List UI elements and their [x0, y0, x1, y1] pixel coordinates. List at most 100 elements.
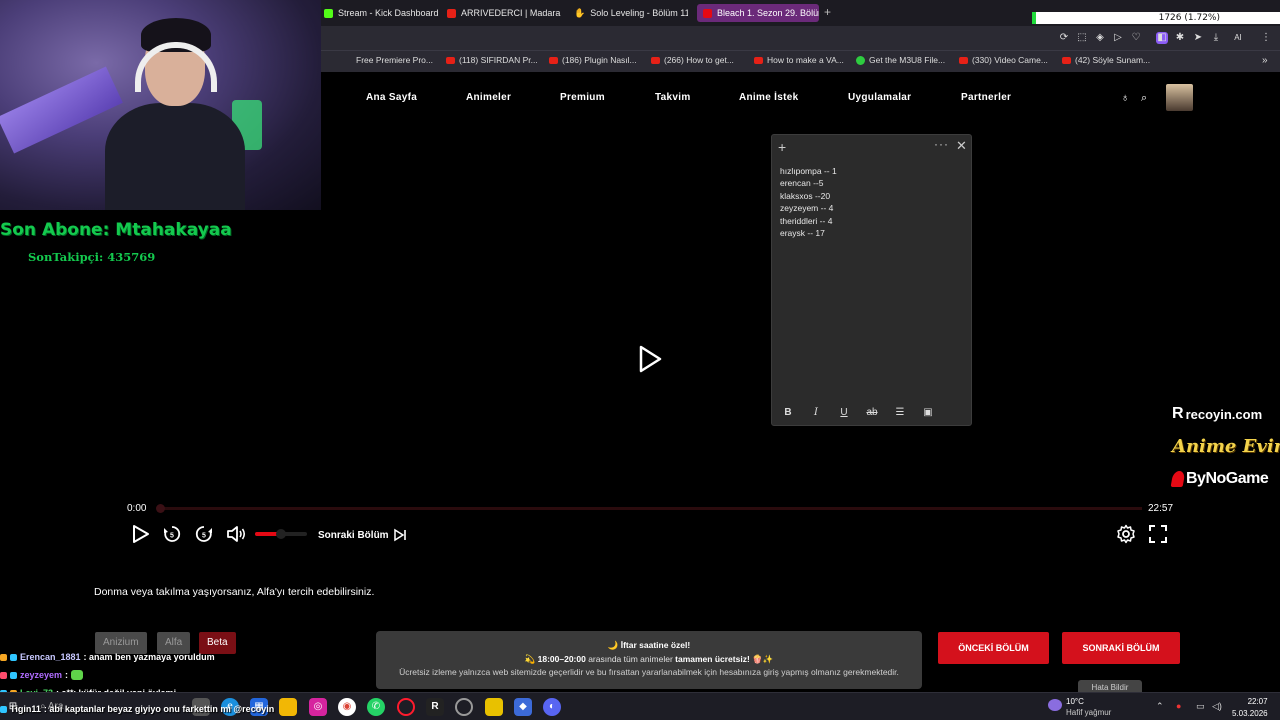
bookmark-item[interactable]: (186) Plugin Nasıl... [549, 55, 637, 65]
close-icon[interactable]: ✕ [956, 138, 967, 154]
tab-youtube-arrivederci[interactable]: ARRIVEDERCI | Madara O [441, 4, 561, 22]
streamer-body [105, 103, 245, 210]
iftar-promo-banner: 🌙 İftar saatine özel! 💫 18:00–20:00 aras… [376, 631, 922, 689]
add-note-icon[interactable]: + [778, 139, 786, 155]
promo-time-line: 💫 18:00–20:00 arasında tüm animeler tama… [376, 654, 922, 665]
tab-bleach-active[interactable]: Bleach 1. Sezon 29. Bölüm [697, 4, 819, 22]
badge-icon [10, 671, 17, 679]
bookmark-item[interactable]: Get the M3U8 File... [856, 55, 945, 65]
nav-apps[interactable]: Uygulamalar [848, 92, 911, 103]
nav-home[interactable]: Ana Sayfa [366, 92, 417, 103]
server-anizium-button[interactable]: Anizium [95, 632, 147, 654]
underline-icon[interactable]: U [836, 407, 852, 418]
lightbulb-icon[interactable]: ♁ [1121, 92, 1129, 104]
monitor-icon[interactable]: ▭ [1196, 701, 1205, 712]
user-avatar[interactable] [1166, 84, 1193, 111]
last-subscriber: Son Abone: Mtahakayaa [0, 220, 232, 240]
chat-text: : [65, 670, 69, 680]
fullscreen-icon[interactable] [1148, 524, 1168, 544]
clock-time: 22:07 [1247, 697, 1268, 706]
list-icon[interactable]: ☰ [892, 407, 908, 418]
play-extension-icon[interactable]: ▷ [1112, 32, 1124, 44]
puzzle-icon[interactable]: ✱ [1174, 32, 1186, 44]
play-overlay-icon[interactable] [638, 345, 662, 373]
discord-icon[interactable]: ◐ [543, 698, 561, 716]
next-episode-bottom-button[interactable]: SONRAKİ BÖLÜM [1062, 632, 1180, 664]
game-launcher-icon[interactable]: ◆ [514, 698, 532, 716]
weather-widget[interactable]: 10°C Hafif yağmur [1048, 697, 1138, 719]
image-icon[interactable]: ▣ [920, 407, 936, 418]
opera-icon[interactable] [397, 698, 415, 716]
volume-slider[interactable] [255, 529, 307, 539]
nav-partners[interactable]: Partnerler [961, 92, 1011, 103]
menu-icon[interactable]: ⋮ [1260, 32, 1272, 44]
strikethrough-icon[interactable]: ab [864, 407, 880, 418]
chevron-up-icon[interactable]: ⌃ [1156, 701, 1164, 712]
play-icon[interactable] [132, 524, 150, 544]
volume-icon[interactable] [226, 524, 248, 544]
viewer-goal-text: 1726 (1.72%) [1158, 13, 1220, 23]
microphone-icon[interactable]: ● [1176, 701, 1181, 711]
nav-premium[interactable]: Premium [560, 92, 605, 103]
bookmark-label: (118) SIFIRDAN Pr... [459, 55, 538, 65]
note-content[interactable]: hızlıpompa -- 1 erencan --5 klaksxos --2… [780, 165, 837, 239]
weather-temperature: 10°C [1066, 697, 1084, 706]
next-episode-button[interactable]: Sonraki Bölüm [318, 528, 407, 542]
nav-calendar[interactable]: Takvim [655, 92, 691, 103]
svg-text:5: 5 [170, 533, 174, 540]
sidebar-toggle-icon[interactable]: ◧ [1156, 32, 1168, 44]
sticky-notes-icon[interactable] [485, 698, 503, 716]
previous-episode-button[interactable]: ÖNCEKİ BÖLÜM [938, 632, 1049, 664]
download-icon[interactable]: ⤓ [1210, 32, 1222, 44]
progress-bar[interactable] [156, 504, 1142, 513]
recoyin-app-icon[interactable]: R [426, 698, 444, 716]
new-tab-button[interactable]: + [824, 5, 831, 19]
note-line: klaksxos --20 [780, 190, 831, 201]
system-clock[interactable]: 22:07 5.03.2026 [1232, 696, 1268, 720]
rewind-icon[interactable]: 5 [162, 524, 182, 544]
shield-icon[interactable]: ◈ [1094, 32, 1106, 44]
tab-solo-leveling[interactable]: ✋ Solo Leveling - Bölüm 11 [568, 4, 688, 22]
screenshot-icon[interactable]: ⬚ [1076, 32, 1088, 44]
nav-animes[interactable]: Animeler [466, 92, 511, 103]
instagram-icon[interactable]: ◎ [309, 698, 327, 716]
bookmark-label: (330) Video Came... [972, 55, 1048, 65]
bookmark-item[interactable]: (266) How to get... [651, 55, 734, 65]
send-icon[interactable]: ➤ [1192, 32, 1204, 44]
bookmark-item[interactable]: (42) Söyle Sunam... [1062, 55, 1150, 65]
speaker-icon[interactable]: ◁) [1212, 701, 1222, 712]
more-options-icon[interactable]: ··· [934, 137, 949, 151]
bookmark-item[interactable]: (330) Video Came... [959, 55, 1048, 65]
bold-icon[interactable]: B [780, 407, 796, 418]
bookmark-item[interactable]: Free Premiere Pro... [356, 55, 433, 65]
extension-icon[interactable]: ⟳ [1058, 32, 1070, 44]
promo-free: tamamen ücretsiz! [675, 654, 750, 664]
webcam-overlay [0, 0, 321, 210]
tab-kick-dashboard[interactable]: Stream - Kick Dashboard [318, 4, 440, 22]
viewer-goal-bar: 1726 (1.72%) [1032, 12, 1280, 24]
italic-icon[interactable]: I [808, 407, 824, 418]
obs-icon[interactable] [455, 698, 473, 716]
settings-gear-icon[interactable] [1116, 524, 1136, 544]
server-alfa-button[interactable]: Alfa [157, 632, 191, 654]
chat-username: Tigin11 [10, 704, 41, 714]
folder-icon[interactable] [279, 698, 297, 716]
youtube-icon [754, 56, 763, 64]
chevron-right-icon[interactable]: » [1262, 55, 1268, 66]
sticky-note-window[interactable]: + ··· ✕ hızlıpompa -- 1 erencan --5 klak… [771, 134, 972, 426]
chrome-icon[interactable]: ◉ [338, 698, 356, 716]
note-line: zeyzeyem -- 4 [780, 203, 834, 214]
forward-icon[interactable]: 5 [194, 524, 214, 544]
bookmark-item[interactable]: How to make a VA... [754, 55, 844, 65]
heart-icon[interactable]: ♡ [1130, 32, 1142, 44]
server-beta-button[interactable]: Beta [199, 632, 236, 654]
svg-text:5: 5 [202, 533, 206, 540]
ai-icon[interactable]: AI [1228, 32, 1248, 44]
progress-knob[interactable] [156, 504, 165, 513]
bookmark-item[interactable]: (118) SIFIRDAN Pr... [446, 55, 538, 65]
nav-anime-request[interactable]: Anime İstek [739, 92, 798, 103]
search-icon[interactable]: ⌕ [1141, 92, 1147, 105]
badge-icon [0, 671, 7, 679]
volume-knob[interactable] [276, 529, 286, 539]
whatsapp-icon[interactable]: ✆ [367, 698, 385, 716]
